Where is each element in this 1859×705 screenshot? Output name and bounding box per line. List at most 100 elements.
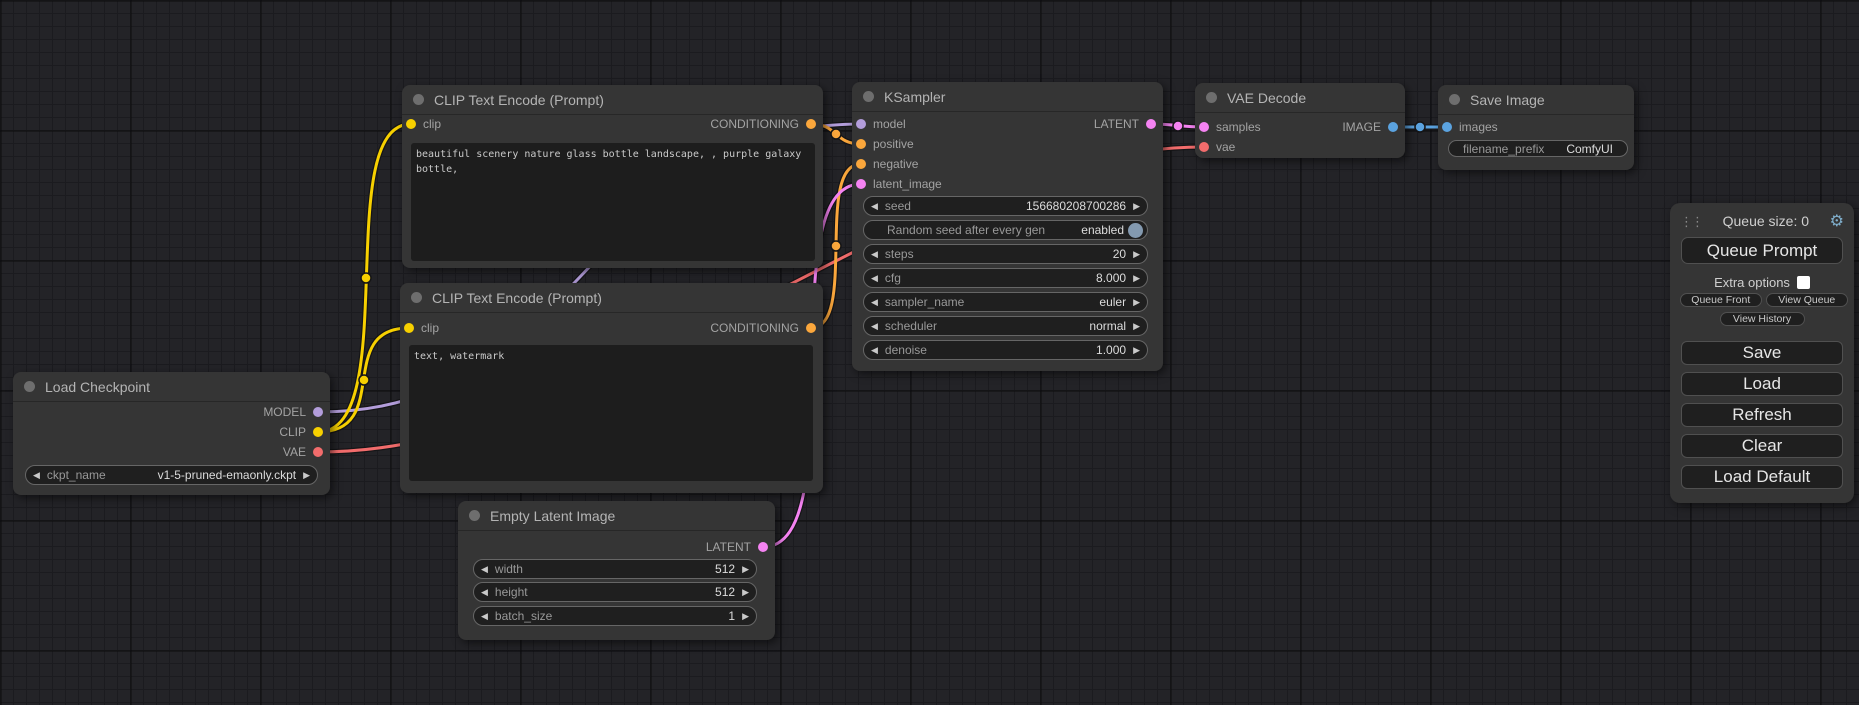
node-clip-text-encode-negative[interactable]: CLIP Text Encode (Prompt) clip CONDITION… [400,283,823,493]
widget-width[interactable]: ◀ width 512 ▶ [473,559,757,579]
prompt-textarea[interactable]: beautiful scenery nature glass bottle la… [411,143,815,261]
drag-handle-icon[interactable]: ⋮⋮ [1680,215,1702,228]
arrow-left-icon[interactable]: ◀ [871,202,878,211]
view-queue-button[interactable]: View Queue [1766,293,1848,307]
widget-ckpt-name[interactable]: ◀ ckpt_name v1-5-pruned-emaonly.ckpt ▶ [25,465,318,485]
node-title-bar[interactable]: VAE Decode [1195,83,1405,113]
arrow-left-icon[interactable]: ◀ [871,298,878,307]
arrow-right-icon[interactable]: ▶ [1133,298,1140,307]
arrow-right-icon[interactable]: ▶ [1133,250,1140,259]
input-images[interactable]: images [1442,120,1498,134]
arrow-right-icon[interactable]: ▶ [1133,346,1140,355]
node-title-bar[interactable]: Empty Latent Image [458,501,775,531]
arrow-left-icon[interactable]: ◀ [481,612,488,621]
arrow-left-icon[interactable]: ◀ [871,322,878,331]
port-dot[interactable] [856,159,866,169]
refresh-button[interactable]: Refresh [1681,403,1843,427]
widget-random-seed-toggle[interactable]: Random seed after every gen enabled [863,220,1148,240]
widget-steps[interactable]: ◀ steps 20 ▶ [863,244,1148,264]
port-dot[interactable] [758,542,768,552]
toggle-dot[interactable] [1128,223,1143,238]
arrow-left-icon[interactable]: ◀ [871,250,878,259]
widget-sampler-name[interactable]: ◀ sampler_name euler ▶ [863,292,1148,312]
output-latent[interactable]: LATENT [706,540,768,554]
queue-front-button[interactable]: Queue Front [1680,293,1762,307]
node-title-bar[interactable]: CLIP Text Encode (Prompt) [400,283,823,313]
node-clip-text-encode-positive[interactable]: CLIP Text Encode (Prompt) clip CONDITION… [402,85,823,268]
arrow-left-icon[interactable]: ◀ [481,565,488,574]
load-button[interactable]: Load [1681,372,1843,396]
widget-denoise[interactable]: ◀ denoise 1.000 ▶ [863,340,1148,360]
node-empty-latent-image[interactable]: Empty Latent Image LATENT ◀ width 512 ▶ … [458,501,775,640]
collapse-dot[interactable] [469,510,480,521]
output-model[interactable]: MODEL [263,405,323,419]
view-history-button[interactable]: View History [1720,312,1805,326]
arrow-left-icon[interactable]: ◀ [33,471,40,480]
widget-cfg[interactable]: ◀ cfg 8.000 ▶ [863,268,1148,288]
collapse-dot[interactable] [413,94,424,105]
output-clip[interactable]: CLIP [279,425,323,439]
widget-filename-prefix[interactable]: filename_prefix ComfyUI [1448,140,1628,157]
arrow-right-icon[interactable]: ▶ [742,588,749,597]
port-dot[interactable] [1388,122,1398,132]
arrow-right-icon[interactable]: ▶ [1133,202,1140,211]
queue-prompt-button[interactable]: Queue Prompt [1681,237,1843,264]
node-title-bar[interactable]: CLIP Text Encode (Prompt) [402,85,823,115]
save-button[interactable]: Save [1681,341,1843,365]
port-dot[interactable] [1199,142,1209,152]
output-conditioning[interactable]: CONDITIONING [710,117,816,131]
port-dot[interactable] [856,179,866,189]
node-ksampler[interactable]: KSampler model positive negative latent_… [852,82,1163,371]
port-dot[interactable] [856,139,866,149]
extra-options-checkbox[interactable] [1797,276,1810,289]
port-dot[interactable] [404,323,414,333]
widget-height[interactable]: ◀ height 512 ▶ [473,582,757,602]
widget-batch-size[interactable]: ◀ batch_size 1 ▶ [473,606,757,626]
input-negative[interactable]: negative [856,157,918,171]
port-dot[interactable] [806,119,816,129]
arrow-right-icon[interactable]: ▶ [303,471,310,480]
node-load-checkpoint[interactable]: Load Checkpoint MODEL CLIP VAE ◀ ckpt_na… [13,372,330,495]
arrow-right-icon[interactable]: ▶ [1133,274,1140,283]
collapse-dot[interactable] [1449,94,1460,105]
load-default-button[interactable]: Load Default [1681,465,1843,489]
port-dot[interactable] [1199,122,1209,132]
node-save-image[interactable]: Save Image images filename_prefix ComfyU… [1438,85,1634,170]
gear-icon[interactable]: ⚙ [1830,213,1844,229]
input-clip[interactable]: clip [406,117,441,131]
input-latent-image[interactable]: latent_image [856,177,942,191]
input-positive[interactable]: positive [856,137,914,151]
port-dot[interactable] [313,407,323,417]
arrow-right-icon[interactable]: ▶ [742,612,749,621]
arrow-right-icon[interactable]: ▶ [742,565,749,574]
arrow-left-icon[interactable]: ◀ [871,274,878,283]
port-dot[interactable] [806,323,816,333]
port-dot[interactable] [1146,119,1156,129]
collapse-dot[interactable] [1206,92,1217,103]
input-samples[interactable]: samples [1199,120,1261,134]
arrow-right-icon[interactable]: ▶ [1133,322,1140,331]
node-graph-canvas[interactable]: { "icons": { "arrow_left": "◀", "arrow_r… [0,0,1859,705]
arrow-left-icon[interactable]: ◀ [481,588,488,597]
collapse-dot[interactable] [411,292,422,303]
node-title-bar[interactable]: Save Image [1438,85,1634,115]
prompt-textarea[interactable]: text, watermark [409,345,813,481]
input-model[interactable]: model [856,117,906,131]
collapse-dot[interactable] [24,381,35,392]
port-dot[interactable] [406,119,416,129]
output-image[interactable]: IMAGE [1342,120,1398,134]
widget-seed[interactable]: ◀ seed 156680208700286 ▶ [863,196,1148,216]
output-conditioning[interactable]: CONDITIONING [710,321,816,335]
node-title-bar[interactable]: KSampler [852,82,1163,112]
clear-button[interactable]: Clear [1681,434,1843,458]
queue-panel[interactable]: ⋮⋮ Queue size: 0 ⚙ Queue Prompt Extra op… [1670,203,1854,503]
input-clip[interactable]: clip [404,321,439,335]
widget-scheduler[interactable]: ◀ scheduler normal ▶ [863,316,1148,336]
node-vae-decode[interactable]: VAE Decode samples vae IMAGE [1195,83,1405,158]
arrow-left-icon[interactable]: ◀ [871,346,878,355]
port-dot[interactable] [313,447,323,457]
port-dot[interactable] [856,119,866,129]
output-vae[interactable]: VAE [283,445,323,459]
port-dot[interactable] [1442,122,1452,132]
node-title-bar[interactable]: Load Checkpoint [13,372,330,402]
